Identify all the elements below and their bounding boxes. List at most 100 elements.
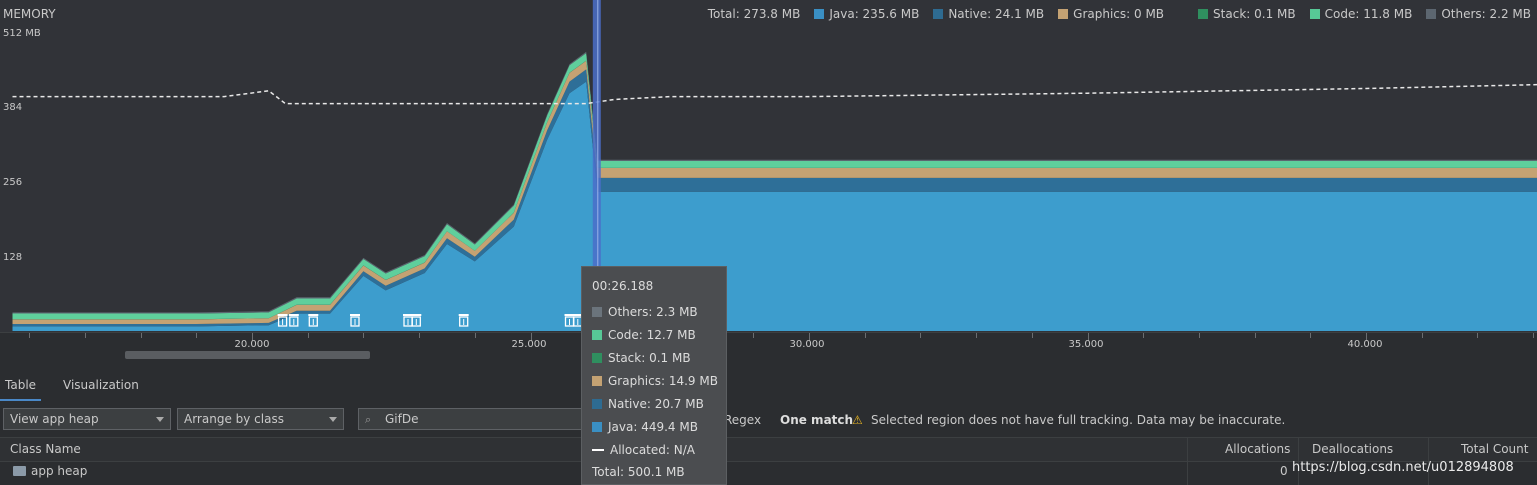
class-search-field[interactable]: ⌕ [358, 408, 582, 430]
gc-event-icon[interactable] [411, 314, 422, 327]
memory-legend: Total: 273.8 MB Java: 235.6 MB Native: 2… [708, 7, 1531, 21]
y-label-128: 128 [3, 252, 23, 263]
axis-tick [1477, 333, 1478, 338]
legend-swatch [814, 9, 825, 19]
tooltip-java: Java: 449.4 MB [592, 420, 698, 434]
legend-graphics-label: Graphics: 0 MB [1073, 7, 1165, 21]
tooltip-allocated: Allocated: N/A [592, 443, 695, 457]
tooltip-native: Native: 20.7 MB [592, 397, 704, 411]
axis-tick [1199, 333, 1200, 338]
gc-event-icon[interactable] [350, 314, 360, 327]
axis-tick [1422, 333, 1423, 338]
watermark-text: https://blog.csdn.net/u012894808 [1292, 460, 1514, 475]
allocated-line [12, 83, 1537, 105]
legend-others: Others: 2.2 MB [1426, 7, 1531, 21]
col-total-count[interactable]: Total Count [1461, 442, 1528, 456]
axis-tick [1032, 333, 1033, 338]
tooltip-graphics: Graphics: 14.9 MB [592, 374, 718, 388]
tooltip-java-label: Java: 449.4 MB [608, 420, 698, 434]
legend-native: Native: 24.1 MB [933, 7, 1044, 21]
axis-tick [920, 333, 921, 338]
time-label-35: 35.000 [1068, 339, 1104, 350]
legend-code: Code: 11.8 MB [1309, 7, 1413, 21]
col-deallocations[interactable]: Deallocations [1312, 442, 1393, 456]
heap-select[interactable]: View app heap [3, 408, 171, 430]
axis-tick [85, 333, 86, 338]
legend-java: Java: 235.6 MB [814, 7, 919, 21]
dashed-line-icon [592, 449, 604, 451]
arrange-select-value: Arrange by class [184, 412, 284, 426]
warning-icon: ⚠ [852, 413, 863, 427]
heap-select-value: View app heap [10, 412, 99, 426]
gc-event-icon[interactable] [288, 314, 299, 327]
time-label-20: 20.000 [234, 339, 270, 350]
tooltip-stack: Stack: 0.1 MB [592, 351, 691, 365]
legend-java-label: Java: 235.6 MB [829, 7, 920, 21]
axis-tick [308, 333, 309, 338]
regex-toggle[interactable]: Regex [724, 413, 761, 427]
legend-code-label: Code: 11.8 MB [1324, 7, 1413, 21]
tooltip-code: Code: 12.7 MB [592, 328, 696, 342]
chevron-down-icon [329, 417, 337, 422]
legend-stack-label: Stack: 0.1 MB [1213, 7, 1296, 21]
memory-chart[interactable]: MEMORY 512 MB 384 256 128 Total: 273.8 M… [0, 0, 1537, 332]
row-class-name: app heap [31, 464, 88, 478]
axis-tick [1143, 333, 1144, 338]
axis-tick [363, 333, 364, 338]
y-label-512: 512 MB [3, 28, 41, 39]
y-label-384: 384 [3, 102, 23, 113]
table-header: Class Name Allocations Deallocations Tot… [0, 437, 1537, 462]
legend-swatch [1198, 9, 1209, 19]
gc-event-icon[interactable] [308, 314, 319, 327]
legend-swatch [1309, 9, 1320, 19]
time-label-30: 30.000 [789, 339, 825, 350]
chevron-down-icon [156, 417, 164, 422]
legend-swatch [592, 422, 602, 432]
legend-stack: Stack: 0.1 MB [1198, 7, 1296, 21]
time-label-25: 25.000 [511, 339, 547, 350]
arrange-select[interactable]: Arrange by class [177, 408, 344, 430]
legend-swatch [592, 399, 602, 409]
memory-title: MEMORY [3, 7, 56, 21]
legend-swatch [592, 330, 602, 340]
time-axis[interactable]: 20.000 25.000 30.000 35.000 40.000 [0, 332, 1537, 363]
tooltip-allocated-label: Allocated: N/A [610, 443, 695, 457]
axis-tick [141, 333, 142, 338]
folder-icon [13, 466, 26, 476]
axis-tick [1310, 333, 1311, 338]
tooltip-others: Others: 2.3 MB [592, 305, 698, 319]
axis-tick [419, 333, 420, 338]
search-icon: ⌕ [365, 413, 372, 426]
legend-native-label: Native: 24.1 MB [948, 7, 1045, 21]
row-allocations: 0 [1280, 464, 1288, 478]
area-java [12, 81, 1537, 331]
tab-table[interactable]: Table [0, 375, 42, 401]
heap-toolbar: View app heap Arrange by class ⌕ Regex O… [0, 405, 1537, 435]
memory-area-chart[interactable] [0, 0, 1537, 332]
timeline-scrollbar-thumb[interactable] [125, 351, 370, 359]
legend-swatch [1426, 9, 1437, 19]
axis-tick [753, 333, 754, 338]
legend-swatch [592, 376, 602, 386]
match-count: One match [780, 413, 854, 427]
gc-event-icon[interactable] [277, 314, 288, 327]
col-class-name[interactable]: Class Name [10, 442, 81, 456]
legend-total: Total: 273.8 MB [708, 7, 801, 21]
legend-swatch [1058, 9, 1069, 19]
search-input[interactable] [385, 410, 575, 428]
memory-tooltip: 00:26.188 Others: 2.3 MB Code: 12.7 MB S… [581, 266, 727, 485]
warning-text: Selected region does not have full track… [871, 413, 1286, 427]
legend-others-label: Others: 2.2 MB [1441, 7, 1531, 21]
col-allocations[interactable]: Allocations [1225, 442, 1290, 456]
tooltip-others-label: Others: 2.3 MB [608, 305, 698, 319]
axis-tick [976, 333, 977, 338]
axis-tick [29, 333, 30, 338]
tooltip-time: 00:26.188 [592, 279, 654, 293]
axis-tick [475, 333, 476, 338]
tab-visualization[interactable]: Visualization [58, 375, 144, 399]
tooltip-code-label: Code: 12.7 MB [608, 328, 696, 342]
gc-event-icon[interactable] [458, 314, 469, 327]
axis-tick [1533, 333, 1534, 338]
legend-swatch [933, 9, 944, 19]
legend-graphics: Graphics: 0 MB [1058, 7, 1164, 21]
